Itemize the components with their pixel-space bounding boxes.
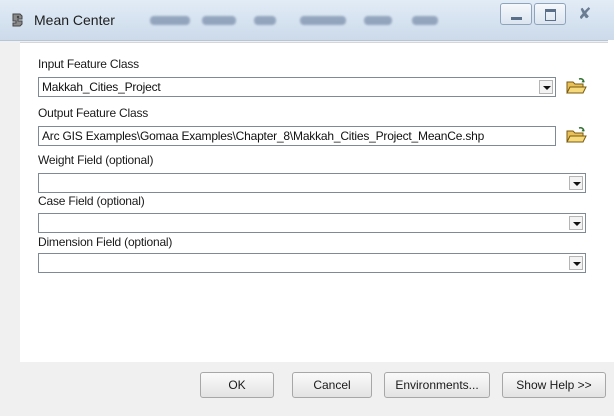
open-folder-icon [566,78,587,94]
title-bar[interactable]: Mean Center ✘ [0,0,614,41]
window-controls: ✘ [500,3,608,29]
input-feature-class-value: Makkah_Cities_Project [42,80,161,94]
mean-center-dialog: Mean Center ✘ Input Feature Class Makkah… [0,0,614,416]
maximize-button[interactable] [534,3,566,25]
cancel-button[interactable]: Cancel [292,372,372,398]
show-help-button[interactable]: Show Help >> [502,372,606,398]
close-icon: ✘ [578,4,592,23]
window-edge [608,40,614,416]
case-field-label: Case Field (optional) [38,194,145,208]
parameters-panel[interactable]: Input Feature Class Makkah_Cities_Projec… [20,42,608,363]
environments-button[interactable]: Environments... [384,372,490,398]
chevron-down-icon[interactable] [539,80,553,94]
weight-field-label: Weight Field (optional) [38,153,154,167]
chevron-down-icon[interactable] [569,176,583,190]
output-browse-button[interactable] [564,125,588,147]
toolbox-icon [10,12,26,28]
weight-field-dropdown[interactable] [38,173,586,193]
minimize-button[interactable] [500,3,532,25]
close-button[interactable]: ✘ [570,3,604,25]
window-title: Mean Center [34,12,115,28]
input-feature-class-label: Input Feature Class [38,57,139,71]
chevron-down-icon[interactable] [569,216,583,230]
chevron-down-icon[interactable] [569,256,583,270]
open-folder-icon [566,127,587,143]
input-feature-class-dropdown[interactable]: Makkah_Cities_Project [38,77,556,97]
blurred-background-toolbar [150,10,450,32]
button-bar: OK Cancel Environments... Show Help >> [0,362,614,416]
ok-button[interactable]: OK [200,372,274,398]
output-feature-class-value: Arc GIS Examples\Gomaa Examples\Chapter_… [42,129,485,143]
dimension-field-dropdown[interactable] [38,253,586,273]
input-browse-button[interactable] [564,76,588,98]
output-feature-class-label: Output Feature Class [38,106,149,120]
case-field-dropdown[interactable] [38,213,586,233]
dimension-field-label: Dimension Field (optional) [38,235,173,249]
output-feature-class-input[interactable]: Arc GIS Examples\Gomaa Examples\Chapter_… [38,126,556,146]
